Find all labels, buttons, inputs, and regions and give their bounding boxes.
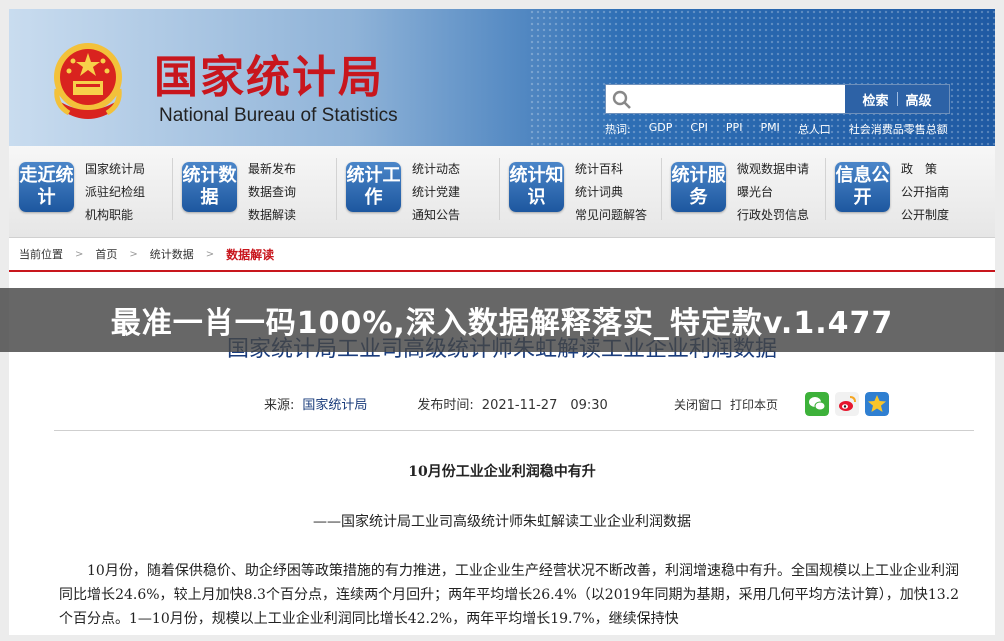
favorite-star-icon[interactable] — [865, 392, 889, 416]
nav-links: 最新发布 数据查询 数据解读 — [248, 158, 296, 227]
main-nav: 走近统计 国家统计局 派驻纪检组 机构职能 统计数据 最新发布 数据查询 数据解… — [9, 146, 995, 238]
search-icon — [612, 90, 631, 109]
hot-word-link[interactable]: PMI — [760, 121, 779, 137]
nav-links: 政 策 公开指南 公开制度 — [901, 158, 949, 227]
nav-link[interactable]: 通知公告 — [412, 204, 460, 227]
nav-group-data: 统计数据 最新发布 数据查询 数据解读 — [182, 156, 332, 228]
nav-badge[interactable]: 统计服务 — [671, 162, 726, 212]
article-body: 10月份，随着保供稳价、助企纾困等政策措施的有力推进，工业企业生产经营状况不断改… — [59, 563, 959, 627]
nav-links: 统计百科 统计词典 常见问题解答 — [575, 158, 647, 227]
national-emblem-icon — [54, 43, 122, 119]
nav-link[interactable]: 派驻纪检组 — [85, 181, 145, 204]
nav-link[interactable]: 数据查询 — [248, 181, 296, 204]
overlay-banner: 最准一肖一码100%,深入数据解释落实_特定款v.1.477 — [0, 288, 1004, 352]
nav-divider — [172, 158, 173, 220]
nav-link[interactable]: 国家统计局 — [85, 158, 145, 181]
source-link[interactable]: 国家统计局 — [302, 394, 367, 413]
screenshot-frame: 国家统计局 National Bureau of Statistics 检索 高… — [0, 0, 1004, 641]
nav-badge[interactable]: 信息公开 — [835, 162, 890, 212]
nav-link[interactable]: 常见问题解答 — [575, 204, 647, 227]
nav-link[interactable]: 行政处罚信息 — [737, 204, 809, 227]
nav-link[interactable]: 公开制度 — [901, 204, 949, 227]
nav-divider — [499, 158, 500, 220]
search-input[interactable] — [636, 85, 843, 113]
nav-divider — [825, 158, 826, 220]
search-button[interactable]: 检索 — [862, 90, 888, 109]
publish-time: 2021-11-27 09:30 — [481, 398, 608, 413]
nav-link[interactable]: 数据解读 — [248, 204, 296, 227]
weibo-icon[interactable] — [835, 392, 859, 416]
nav-links: 微观数据申请 曝光台 行政处罚信息 — [737, 158, 809, 227]
print-page-button[interactable]: 打印本页 — [730, 396, 778, 413]
nav-group-knowledge: 统计知识 统计百科 统计词典 常见问题解答 — [509, 156, 659, 228]
hot-word-link[interactable]: GDP — [649, 121, 673, 137]
nav-link[interactable]: 曝光台 — [737, 181, 809, 204]
nav-group-service: 统计服务 微观数据申请 曝光台 行政处罚信息 — [671, 156, 826, 228]
article-meta: 来源: 国家统计局 发布时间: 2021-11-27 09:30 — [264, 394, 608, 413]
site-header: 国家统计局 National Bureau of Statistics 检索 高… — [9, 9, 995, 146]
close-window-button[interactable]: 关闭窗口 — [674, 396, 722, 413]
separator — [896, 92, 898, 106]
hot-word-link[interactable]: CPI — [690, 121, 708, 137]
chevron-right-icon: > — [205, 248, 215, 260]
nav-group-work: 统计工作 统计动态 统计党建 通知公告 — [346, 156, 496, 228]
nav-link[interactable]: 微观数据申请 — [737, 158, 809, 181]
nav-badge[interactable]: 统计工作 — [346, 162, 401, 212]
nav-badge[interactable]: 统计知识 — [509, 162, 564, 212]
hot-word-link[interactable]: 总人口 — [798, 121, 831, 137]
nav-link[interactable]: 公开指南 — [901, 181, 949, 204]
nav-link[interactable]: 政 策 — [901, 158, 949, 181]
chevron-right-icon: > — [129, 248, 138, 260]
breadcrumb: 当前位置 > 首页 > 统计数据 > 数据解读 — [9, 238, 995, 272]
nav-badge[interactable]: 走近统计 — [19, 162, 74, 212]
banner-text: 最准一肖一码100%,深入数据解释落实_特定款v.1.477 — [110, 306, 894, 341]
search-button-group: 检索 高级 — [845, 85, 949, 113]
hot-word-link[interactable]: 社会消费品零售总额 — [849, 121, 948, 137]
nav-link[interactable]: 机构职能 — [85, 204, 145, 227]
nav-divider — [661, 158, 662, 220]
nav-divider — [336, 158, 337, 220]
hot-words-bar: 热词: GDP CPI PPI PMI 总人口 社会消费品零售总额 — [605, 121, 948, 137]
section-subheading: ——国家统计局工业司高级统计师朱虹解读工业企业利润数据 — [313, 514, 691, 530]
share-buttons — [805, 392, 889, 416]
nav-links: 国家统计局 派驻纪检组 机构职能 — [85, 158, 145, 227]
nav-link[interactable]: 统计词典 — [575, 181, 647, 204]
nav-group-disclosure: 信息公开 政 策 公开指南 公开制度 — [835, 156, 985, 228]
site-subtitle: National Bureau of Statistics — [159, 105, 398, 126]
publish-time-label: 发布时间: — [417, 398, 474, 413]
breadcrumb-stats-data[interactable]: 统计数据 — [150, 246, 194, 262]
hot-word-link[interactable]: PPI — [726, 121, 743, 137]
hot-words-label: 热词: — [605, 123, 631, 136]
article-tools: 关闭窗口 打印本页 — [674, 396, 778, 413]
nav-links: 统计动态 统计党建 通知公告 — [412, 158, 460, 227]
nav-link[interactable]: 统计党建 — [412, 181, 460, 204]
search-box: 检索 高级 — [605, 84, 950, 114]
nav-link[interactable]: 最新发布 — [248, 158, 296, 181]
site-title: 国家统计局 — [154, 52, 384, 103]
source-label: 来源: — [264, 398, 295, 413]
chevron-right-icon: > — [75, 248, 84, 260]
article-divider — [54, 430, 974, 431]
breadcrumb-home[interactable]: 首页 — [95, 246, 117, 262]
advanced-search-button[interactable]: 高级 — [906, 90, 932, 109]
nav-group-zoujin: 走近统计 国家统计局 派驻纪检组 机构职能 — [19, 156, 169, 228]
wechat-icon[interactable] — [805, 392, 829, 416]
section-heading: 10月份工业企业利润稳中有升 — [408, 464, 596, 480]
nav-badge[interactable]: 统计数据 — [182, 162, 237, 212]
nav-link[interactable]: 统计百科 — [575, 158, 647, 181]
breadcrumb-label: 当前位置 — [19, 248, 63, 261]
nav-link[interactable]: 统计动态 — [412, 158, 460, 181]
breadcrumb-current[interactable]: 数据解读 — [226, 246, 274, 263]
